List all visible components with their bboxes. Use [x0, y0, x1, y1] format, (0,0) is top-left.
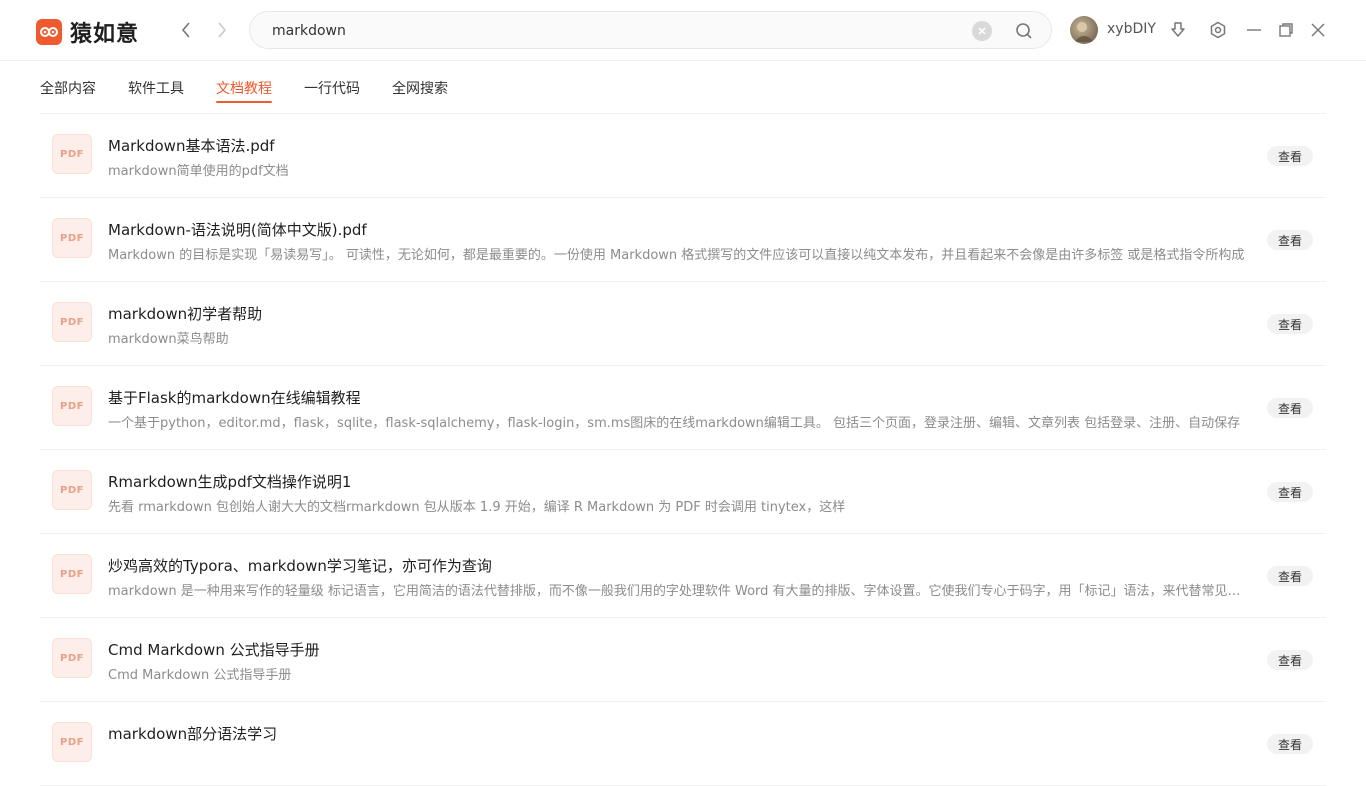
pdf-file-icon: PDF [52, 722, 92, 762]
forward-button[interactable] [212, 19, 232, 41]
username[interactable]: xybDIY [1107, 21, 1156, 37]
item-title[interactable]: markdown初学者帮助 [108, 303, 262, 324]
minimize-button[interactable] [1244, 20, 1264, 40]
pdf-file-icon: PDF [52, 302, 92, 342]
list-item[interactable]: PDF Rmarkdown生成pdf文档操作说明1 先看 rmarkdown 包… [40, 450, 1326, 534]
list-item[interactable]: PDF Markdown基本语法.pdf markdown简单使用的pdf文档 … [40, 114, 1326, 198]
back-button[interactable] [176, 19, 196, 41]
item-description: markdown 是一种用来写作的轻量级 标记语言，它用简洁的语法代替排版，而不… [108, 584, 1250, 599]
pdf-file-icon: PDF [52, 638, 92, 678]
list-item[interactable]: PDF 炒鸡高效的Typora、markdown学习笔记，亦可作为查询 mark… [40, 534, 1326, 618]
item-description: markdown菜鸟帮助 [108, 332, 229, 347]
list-item[interactable]: PDF markdown部分语法学习 查看 [40, 702, 1326, 786]
item-title[interactable]: 炒鸡高效的Typora、markdown学习笔记，亦可作为查询 [108, 555, 492, 576]
app-logo[interactable]: 猿如意 [36, 16, 139, 48]
close-window-button[interactable] [1308, 20, 1328, 40]
item-description: Markdown 的目标是实现「易读易写」。 可读性，无论如何，都是最重要的。一… [108, 248, 1245, 263]
view-button[interactable]: 查看 [1267, 734, 1313, 754]
item-title[interactable]: Cmd Markdown 公式指导手册 [108, 639, 320, 660]
item-description: 先看 rmarkdown 包创始人谢大大的文档rmarkdown 包从版本 1.… [108, 500, 846, 515]
list-item[interactable]: PDF Markdown-语法说明(简体中文版).pdf Markdown 的目… [40, 198, 1326, 282]
avatar[interactable] [1070, 16, 1098, 44]
gear-icon [1210, 21, 1226, 39]
list-item[interactable]: PDF markdown初学者帮助 markdown菜鸟帮助 查看 [40, 282, 1326, 366]
download-icon [1171, 22, 1185, 37]
pdf-file-icon: PDF [52, 470, 92, 510]
search-bar [249, 11, 1052, 49]
active-tab-indicator [216, 101, 272, 103]
item-description: Cmd Markdown 公式指导手册 [108, 668, 292, 683]
pdf-file-icon: PDF [52, 386, 92, 426]
pdf-file-icon: PDF [52, 218, 92, 258]
item-description: markdown简单使用的pdf文档 [108, 164, 289, 179]
category-tabs: 全部内容 软件工具 文档教程 一行代码 全网搜索 [40, 62, 1326, 114]
search-button[interactable] [1014, 21, 1034, 41]
tab-code[interactable]: 一行代码 [304, 78, 360, 98]
view-button[interactable]: 查看 [1267, 314, 1313, 334]
tab-software[interactable]: 软件工具 [128, 78, 184, 98]
view-button[interactable]: 查看 [1267, 230, 1313, 250]
item-title[interactable]: 基于Flask的markdown在线编辑教程 [108, 387, 361, 408]
chevron-left-icon [181, 22, 190, 38]
item-title[interactable]: Markdown基本语法.pdf [108, 135, 275, 156]
tab-web-search[interactable]: 全网搜索 [392, 78, 448, 98]
restore-icon [1279, 23, 1293, 37]
view-button[interactable]: 查看 [1267, 482, 1313, 502]
item-description: 一个基于python，editor.md，flask，sqlite，flask-… [108, 416, 1241, 431]
pdf-file-icon: PDF [52, 134, 92, 174]
close-icon [978, 27, 986, 35]
logo-icon [36, 19, 62, 45]
item-title[interactable]: Rmarkdown生成pdf文档操作说明1 [108, 471, 351, 492]
pdf-file-icon: PDF [52, 554, 92, 594]
item-title[interactable]: Markdown-语法说明(简体中文版).pdf [108, 219, 367, 240]
list-item[interactable]: PDF 基于Flask的markdown在线编辑教程 一个基于python，ed… [40, 366, 1326, 450]
list-item[interactable]: PDF Cmd Markdown 公式指导手册 Cmd Markdown 公式指… [40, 618, 1326, 702]
search-icon [1016, 23, 1032, 39]
results-list: PDF Markdown基本语法.pdf markdown简单使用的pdf文档 … [40, 114, 1326, 786]
app-name: 猿如意 [70, 22, 140, 47]
view-button[interactable]: 查看 [1267, 566, 1313, 586]
download-button[interactable] [1168, 20, 1188, 40]
item-title[interactable]: markdown部分语法学习 [108, 723, 277, 744]
view-button[interactable]: 查看 [1267, 650, 1313, 670]
search-input[interactable] [272, 20, 952, 42]
chevron-right-icon [218, 22, 227, 38]
tab-all[interactable]: 全部内容 [40, 78, 96, 98]
minimize-icon [1247, 29, 1261, 31]
tab-docs[interactable]: 文档教程 [216, 78, 272, 103]
close-icon [1311, 23, 1325, 37]
settings-button[interactable] [1208, 20, 1228, 40]
clear-search-button[interactable] [972, 21, 992, 41]
view-button[interactable]: 查看 [1267, 398, 1313, 418]
top-bar: 猿如意 xybDIY [0, 0, 1366, 61]
restore-button[interactable] [1276, 20, 1296, 40]
view-button[interactable]: 查看 [1267, 146, 1313, 166]
